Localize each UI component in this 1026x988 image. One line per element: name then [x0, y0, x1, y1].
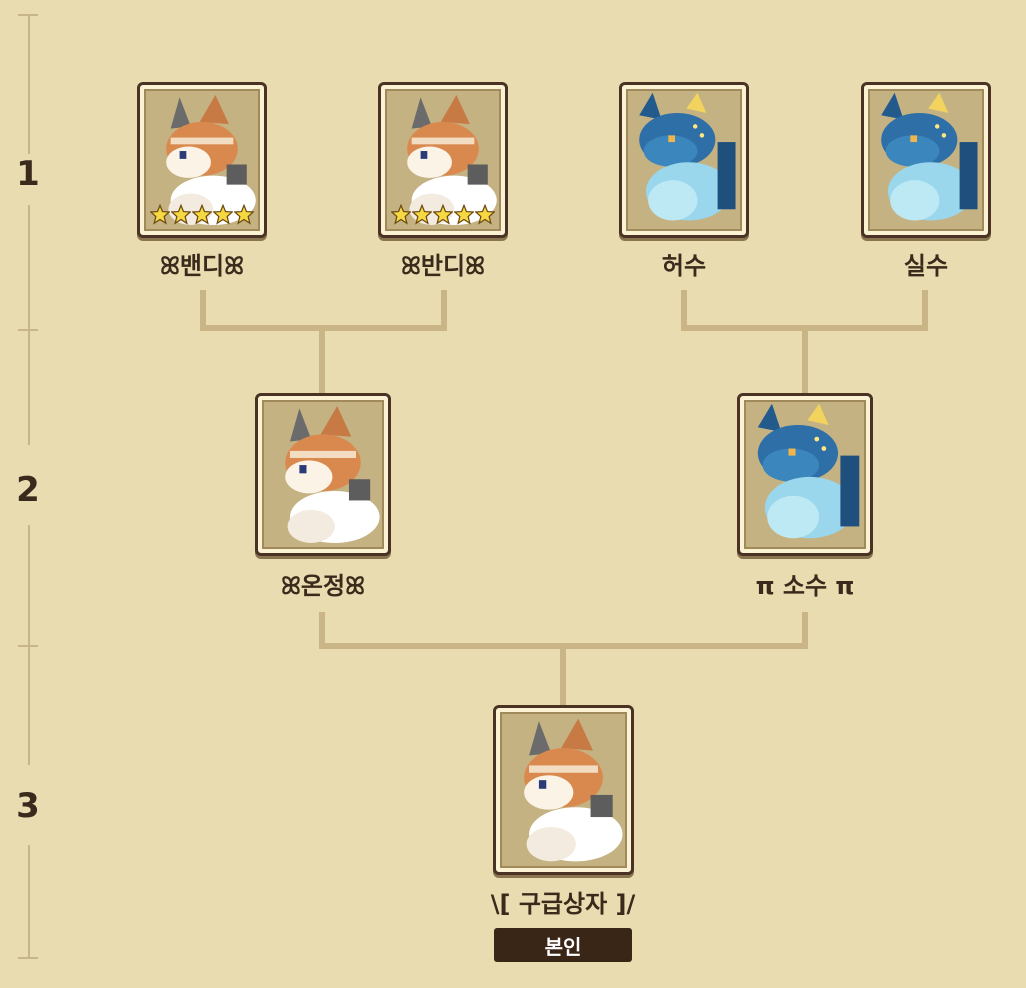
star-icon: [412, 204, 432, 225]
pet-name-gen1-3: 허수: [661, 252, 707, 280]
connector: [922, 290, 928, 330]
pet-card-gen2-right[interactable]: [737, 393, 873, 556]
star-icon: [433, 204, 453, 225]
star-icon: [213, 204, 233, 225]
star-icon: [171, 204, 191, 225]
pet-card-self[interactable]: [493, 705, 634, 875]
pet-card-gen1-2[interactable]: [378, 82, 508, 238]
dragon-creature-icon: [628, 91, 740, 229]
dragon-creature-icon: [746, 402, 864, 547]
pet-name-self: \[ 구급상자 ]/: [490, 890, 636, 918]
pet-name-gen2-right: π 소수 π: [755, 572, 855, 600]
star-icon: [391, 204, 411, 225]
generation-3-label: 3: [16, 786, 40, 826]
connector: [441, 290, 447, 330]
star-rating: [150, 204, 254, 226]
pet-card-gen2-left[interactable]: [255, 393, 391, 556]
connector: [319, 325, 325, 393]
generation-rail: 1 2 3: [0, 0, 60, 988]
star-icon: [234, 204, 254, 225]
pet-card-gen1-1[interactable]: [137, 82, 267, 238]
star-rating: [391, 204, 495, 226]
fox-creature-icon: [502, 714, 625, 866]
self-badge: 본인: [494, 928, 632, 962]
pet-name-gen2-left: ꕤ온정ꕤ: [280, 572, 366, 600]
star-icon: [150, 204, 170, 225]
pet-card-gen1-4[interactable]: [861, 82, 991, 238]
generation-1-label: 1: [16, 154, 40, 194]
connector: [560, 643, 566, 705]
pet-name-gen1-1: ꕤ밴디ꕤ: [159, 252, 245, 280]
pet-card-gen1-3[interactable]: [619, 82, 749, 238]
connector: [200, 290, 206, 330]
connector: [802, 325, 808, 393]
pet-name-gen1-4: 실수: [903, 252, 949, 280]
generation-2-label: 2: [16, 470, 40, 510]
star-icon: [192, 204, 212, 225]
star-icon: [475, 204, 495, 225]
fox-creature-icon: [264, 402, 382, 547]
pet-name-gen1-2: ꕤ반디ꕤ: [400, 252, 486, 280]
star-icon: [454, 204, 474, 225]
connector: [681, 290, 687, 330]
dragon-creature-icon: [870, 91, 982, 229]
